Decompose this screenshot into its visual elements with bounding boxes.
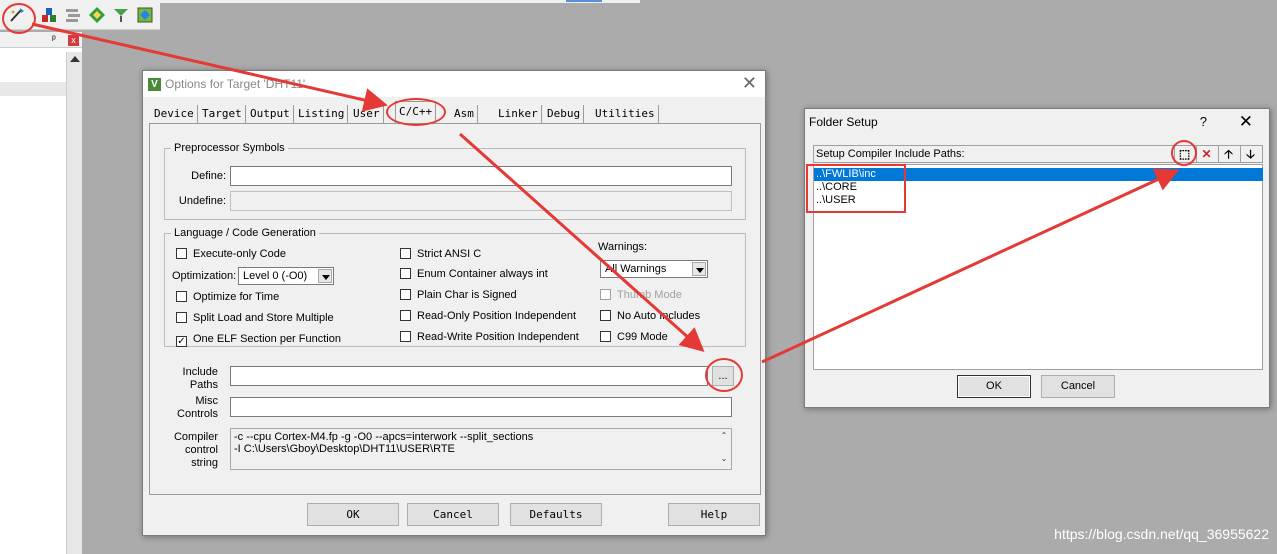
annotation-arrow — [761, 168, 1180, 364]
annotation-arrow — [459, 132, 705, 352]
annotation-arrow — [31, 22, 388, 112]
watermark: https://blog.csdn.net/qq_36955622 — [1054, 526, 1269, 542]
annotation-arrows — [31, 22, 1180, 364]
